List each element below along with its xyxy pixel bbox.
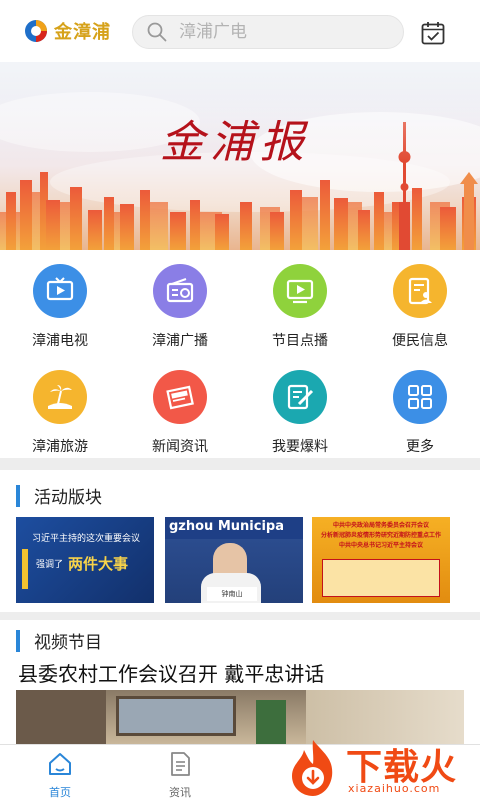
search-icon xyxy=(147,22,167,42)
activity-section-title: 活动版块 xyxy=(34,488,102,508)
grid-label: 漳浦电视 xyxy=(32,333,88,349)
document-icon xyxy=(171,752,190,776)
home-icon xyxy=(49,753,71,775)
calendar-check-icon[interactable] xyxy=(420,20,446,46)
grid-label: 新闻资讯 xyxy=(152,439,208,455)
grid-label: 漳浦广播 xyxy=(152,333,208,349)
video-section-header: 视频节目 xyxy=(16,628,102,653)
beach-palm-icon xyxy=(33,370,87,424)
grid-item-info[interactable]: 便民信息 xyxy=(360,250,480,350)
grid-label: 更多 xyxy=(406,439,434,455)
feature-grid: 漳浦电视 漳浦广播 节目点播 便民信息 漳浦旅游 新闻资讯 我要爆料 更多 xyxy=(0,250,480,456)
thumb3-line3: 中共中央总书记习近平主持会议 xyxy=(338,542,423,549)
watermark-url: xiazaihuo.com xyxy=(348,782,441,795)
grid-item-travel[interactable]: 漳浦旅游 xyxy=(0,356,120,456)
nav-home-label: 首页 xyxy=(49,786,71,799)
section-divider xyxy=(0,612,480,620)
news-icon xyxy=(153,370,207,424)
watermark: 下载火 xiazaihuo.com xyxy=(282,736,476,800)
logo-icon xyxy=(25,20,47,42)
video-play-icon xyxy=(273,264,327,318)
radio-icon xyxy=(153,264,207,318)
section-divider xyxy=(0,458,480,470)
grid-item-news[interactable]: 新闻资讯 xyxy=(120,356,240,456)
grid-label: 节目点播 xyxy=(272,333,328,349)
thumb3-text: 中共中央政治局常务委员会召开会议 分析新冠肺炎疫情形势研究近期防控重点工作 中共… xyxy=(316,521,446,551)
grid-label: 漳浦旅游 xyxy=(32,439,88,455)
grid-item-tv[interactable]: 漳浦电视 xyxy=(0,250,120,350)
section-accent-bar xyxy=(16,484,20,507)
thumb1-line2a: 强调了 xyxy=(36,560,64,570)
thumb2-banner: gzhou Municipa xyxy=(169,519,284,534)
nav-home[interactable]: 首页 xyxy=(30,751,90,800)
activity-thumb-3[interactable]: 中共中央政治局常务委员会召开会议 分析新冠肺炎疫情形势研究近期防控重点工作 中共… xyxy=(312,517,450,603)
activity-thumb-1[interactable]: 习近平主持的这次重要会议 强调了 两件大事 xyxy=(16,517,154,603)
video-headline[interactable]: 县委农村工作会议召开 戴平忠讲话 xyxy=(18,658,324,687)
thumb1-line2b: 两件大事 xyxy=(68,555,129,573)
search-input[interactable] xyxy=(179,22,379,42)
document-person-icon xyxy=(393,264,447,318)
activity-thumb-2[interactable]: gzhou Municipa 钟南山 xyxy=(165,517,303,603)
grid-item-more[interactable]: 更多 xyxy=(360,356,480,456)
nav-news-label: 资讯 xyxy=(169,786,191,799)
tv-icon xyxy=(33,264,87,318)
activity-thumbnails: 习近平主持的这次重要会议 强调了 两件大事 gzhou Municipa 钟南山… xyxy=(16,517,464,603)
app-name: 金漳浦 xyxy=(54,22,111,43)
edit-note-icon xyxy=(273,370,327,424)
activity-section-header: 活动版块 xyxy=(16,483,102,508)
app-logo[interactable]: 金漳浦 xyxy=(24,18,111,44)
grid-item-report[interactable]: 我要爆料 xyxy=(240,356,360,456)
video-section-title: 视频节目 xyxy=(34,633,102,653)
flame-logo-icon xyxy=(292,740,333,796)
grid-more-icon xyxy=(393,370,447,424)
section-accent-bar xyxy=(16,629,20,652)
thumb3-line2: 分析新冠肺炎疫情形势研究近期防控重点工作 xyxy=(320,532,441,539)
thumb1-line1: 习近平主持的这次重要会议 xyxy=(32,534,141,544)
hero-banner[interactable]: 金浦报 xyxy=(0,62,480,250)
nav-news[interactable]: 资讯 xyxy=(150,751,210,800)
thumb3-line1: 中共中央政治局常务委员会召开会议 xyxy=(332,522,429,529)
grid-item-radio[interactable]: 漳浦广播 xyxy=(120,250,240,350)
app-header: 金漳浦 xyxy=(0,0,480,62)
banner-title: 金浦报 xyxy=(160,117,310,168)
thumb2-nameplate: 钟南山 xyxy=(207,587,257,601)
search-bar[interactable] xyxy=(132,15,404,49)
grid-label: 我要爆料 xyxy=(272,439,328,455)
grid-item-vod[interactable]: 节目点播 xyxy=(240,250,360,350)
grid-label: 便民信息 xyxy=(392,333,448,349)
